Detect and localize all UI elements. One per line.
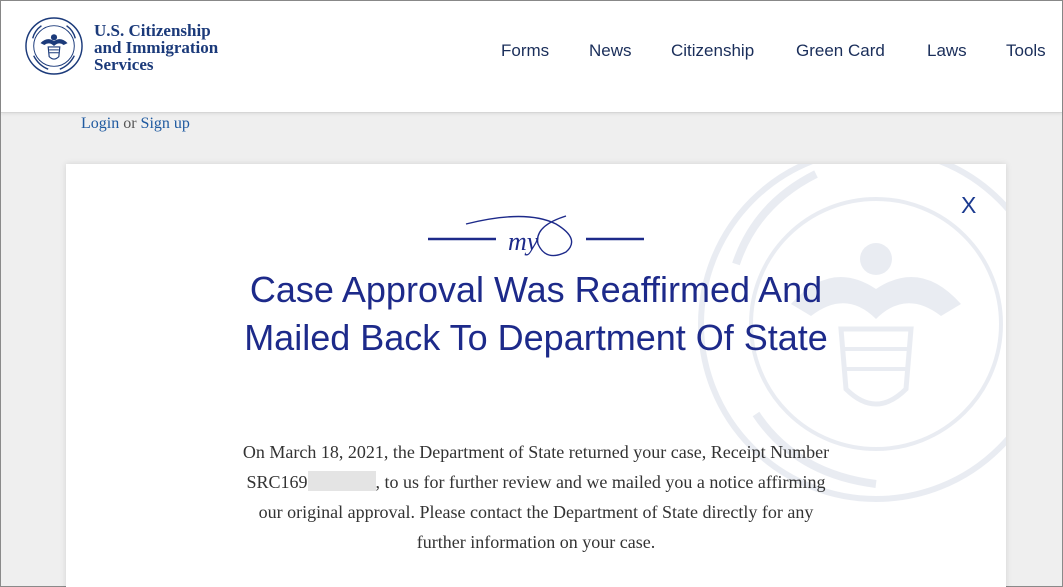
close-button[interactable]: X <box>961 192 976 219</box>
nav-laws[interactable]: Laws <box>927 41 967 61</box>
flourish-text: my <box>508 227 539 256</box>
nav-forms[interactable]: Forms <box>501 41 549 61</box>
signup-link[interactable]: Sign up <box>141 115 190 132</box>
agency-name-line1: U.S. Citizenship <box>94 21 211 40</box>
agency-name-line3: Services <box>94 55 154 74</box>
nav-tools[interactable]: Tools <box>1006 41 1046 61</box>
agency-name-line2: and Immigration <box>94 38 219 57</box>
case-status-title: Case Approval Was Reaffirmed And Mailed … <box>244 269 828 358</box>
login-link[interactable]: Login <box>81 115 119 132</box>
nav-citizenship[interactable]: Citizenship <box>671 41 754 61</box>
or-text: or <box>123 115 137 132</box>
site-header: U.S. Citizenship and Immigration Service… <box>1 1 1062 113</box>
case-status-card: X my Case Approval Was Reaffirmed And Ma… <box>66 164 1006 587</box>
flourish-ornament-icon: my <box>428 215 644 257</box>
nav-green-card[interactable]: Green Card <box>796 41 885 61</box>
case-status-description: On March 18, 2021, the Department of Sta… <box>236 437 836 557</box>
dhs-seal-icon[interactable] <box>25 17 83 75</box>
redacted-receipt-number <box>307 471 376 491</box>
nav-news[interactable]: News <box>589 41 632 61</box>
agency-name[interactable]: U.S. Citizenship and Immigration Service… <box>94 22 218 73</box>
account-links: Login or Sign up <box>81 115 190 133</box>
